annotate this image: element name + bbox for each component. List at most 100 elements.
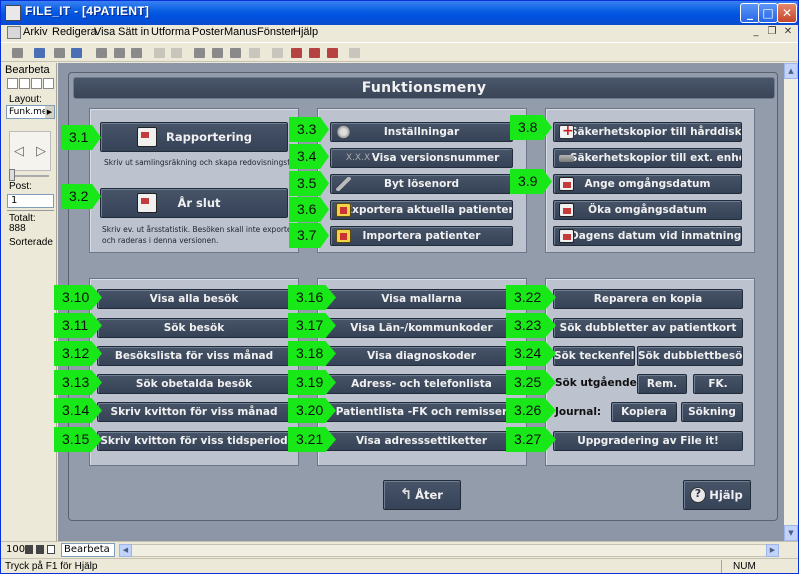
menu-utforma[interactable]: Utforma <box>151 26 190 38</box>
mdi-close-button[interactable]: ✕ <box>781 26 795 39</box>
scroll-left-icon[interactable]: ◀ <box>119 544 132 557</box>
toolbar-icon-6[interactable] <box>288 45 304 60</box>
toolbar-icon-4[interactable] <box>246 45 262 60</box>
menu-fonster[interactable]: Fönster <box>257 26 294 38</box>
visa-adressetiketter-button[interactable]: Visa adresssettiketter <box>325 431 518 451</box>
scroll-down-icon[interactable]: ▼ <box>784 525 798 541</box>
hjalp-button[interactable]: ? Hjälp <box>683 480 751 510</box>
mode-icon-4[interactable] <box>43 78 54 89</box>
oka-omgangsdatum-button[interactable]: Öka omgångsdatum <box>553 200 742 220</box>
mode-icon-3[interactable] <box>31 78 42 89</box>
menu-poster[interactable]: Poster <box>192 26 224 38</box>
next-record-icon[interactable]: ▷ <box>36 144 46 159</box>
zoom-out-icon[interactable] <box>25 545 33 554</box>
help-icon[interactable] <box>346 45 362 60</box>
importera-patienter-button[interactable]: Importera patienter <box>330 226 513 246</box>
toolbar-icon-2[interactable] <box>209 45 225 60</box>
uppgradering-button[interactable]: Uppgradering av File it! <box>553 431 743 451</box>
total-value: 888 <box>9 223 26 234</box>
zoom-in-icon[interactable] <box>36 545 44 554</box>
installningar-button[interactable]: Inställningar <box>330 122 513 142</box>
reparera-kopia-button[interactable]: Reparera en kopia <box>553 289 743 309</box>
record-slider-track[interactable] <box>9 175 49 177</box>
toolbar-icon-1[interactable] <box>191 45 207 60</box>
patientlista-fk-button[interactable]: Patientlista -FK och remisser <box>325 402 518 422</box>
toolbar-icon-3[interactable] <box>227 45 243 60</box>
post-field[interactable]: 1 <box>7 194 54 208</box>
skriv-kvitton-tidsperiod-button[interactable]: Skriv kvitton för viss tidsperiod <box>97 431 291 451</box>
layout-select[interactable]: Funk.meı ▶ <box>6 105 55 119</box>
journal-sokning-button[interactable]: Sökning <box>681 402 743 422</box>
prev-record-icon[interactable]: ◁ <box>14 144 24 159</box>
print-icon[interactable] <box>51 45 67 60</box>
sok-besok-button[interactable]: Sök besök <box>97 318 291 338</box>
sok-teckenfel-button[interactable]: Sök teckenfel <box>553 346 635 366</box>
mode-icon-1[interactable] <box>7 78 18 89</box>
close-button[interactable]: ✕ <box>777 3 797 23</box>
rapportering-button[interactable]: Rapportering <box>100 122 288 152</box>
mode-icon-2[interactable] <box>19 78 30 89</box>
record-slider-thumb[interactable] <box>9 169 15 181</box>
ange-omgangsdatum-label: Ange omgångsdatum <box>584 178 711 190</box>
cut-icon[interactable] <box>93 45 109 60</box>
copy-icon[interactable] <box>111 45 127 60</box>
redo-icon[interactable] <box>168 45 184 60</box>
menu-manus[interactable]: Manus <box>224 26 257 38</box>
vertical-scrollbar[interactable]: ▲ ▼ <box>784 63 798 541</box>
skriv-kvitton-manad-button[interactable]: Skriv kvitton för viss månad <box>97 402 291 422</box>
besokslista-manad-button[interactable]: Besökslista för viss månad <box>97 346 291 366</box>
record-navigator[interactable]: ◁ ▷ <box>9 131 51 171</box>
sok-dubblettbesok-button[interactable]: Sök dubblettbesök <box>637 346 743 366</box>
journal-kopiera-button[interactable]: Kopiera <box>611 402 677 422</box>
visa-diagnoskoder-button[interactable]: Visa diagnoskoder <box>325 346 518 366</box>
rem-button[interactable]: Rem. <box>637 374 687 394</box>
menu-hjalp[interactable]: Hjälp <box>293 26 318 38</box>
menu-satt-in[interactable]: Sätt in <box>118 26 149 38</box>
ange-omgangsdatum-button[interactable]: Ange omgångsdatum <box>553 174 742 194</box>
byt-losenord-label: Byt lösenord <box>383 178 460 190</box>
zoom-level[interactable]: 100 <box>6 544 25 555</box>
checkbox-icon[interactable] <box>31 45 47 60</box>
app-icon[interactable] <box>5 5 21 21</box>
ater-button[interactable]: ↰ Åter <box>383 480 461 510</box>
visa-mallarna-button[interactable]: Visa mallarna <box>325 289 518 309</box>
menu-redigera[interactable]: Redigera <box>52 26 97 38</box>
visa-alla-besok-button[interactable]: Visa alla besök <box>97 289 291 309</box>
sok-dubbletter-patientkort-button[interactable]: Sök dubbletter av patientkort <box>553 318 743 338</box>
scroll-right-icon[interactable]: ▶ <box>766 544 779 557</box>
spellcheck-icon[interactable] <box>68 45 84 60</box>
sok-obetalda-besok-button[interactable]: Sök obetalda besök <box>97 374 291 394</box>
menu-visa[interactable]: Visa <box>94 26 115 38</box>
sakerhetskopior-harddisk-button[interactable]: Säkerhetskopior till hårddisk <box>553 122 742 142</box>
adress-telefonlista-button[interactable]: Adress- och telefonlista <box>325 374 518 394</box>
undo-icon[interactable] <box>151 45 167 60</box>
year-calendar-icon <box>137 193 157 213</box>
sakerhetskopior-ext-button[interactable]: Säkerhetskopior till ext. enhet <box>553 148 742 168</box>
mdi-restore-button[interactable]: ❐ <box>765 26 779 39</box>
sok-utgaende-label: Sök utgående: <box>555 377 641 389</box>
scroll-up-icon[interactable]: ▲ <box>784 63 798 79</box>
minimize-button[interactable]: _ <box>740 3 760 23</box>
title-bar[interactable]: FILE_IT - [4PATIENT] _ □ ✕ <box>1 1 798 25</box>
ar-slut-button[interactable]: År slut <box>100 188 288 218</box>
exportera-patienter-button[interactable]: Exportera aktuella patienter <box>330 200 513 220</box>
fk-button[interactable]: FK. <box>693 374 743 394</box>
paste-icon[interactable] <box>128 45 144 60</box>
menu-arkiv[interactable]: Arkiv <box>23 26 47 38</box>
back-arrow-icon: ↰ <box>399 485 413 503</box>
visa-versionsnummer-button[interactable]: X.X.X Visa versionsnummer <box>330 148 513 168</box>
new-icon[interactable] <box>9 45 25 60</box>
dagens-datum-button[interactable]: Dagens datum vid inmatning <box>553 226 742 246</box>
mdi-minimize-button[interactable]: _ <box>749 26 763 39</box>
toolbar-icon-7[interactable] <box>306 45 322 60</box>
toolbar-icon-8[interactable] <box>324 45 340 60</box>
visa-lan-kommunkoder-button[interactable]: Visa Län-/kommunkoder <box>325 318 518 338</box>
horizontal-scrollbar[interactable]: ◀ ▶ <box>119 544 779 557</box>
byt-losenord-button[interactable]: Byt lösenord <box>330 174 513 194</box>
dropdown-arrow-icon[interactable]: ▶ <box>45 106 54 118</box>
toolbar-icon-5[interactable] <box>269 45 285 60</box>
maximize-button[interactable]: □ <box>758 3 778 23</box>
document-icon[interactable] <box>7 26 21 39</box>
mode-select[interactable]: Bearbeta <box>61 543 115 557</box>
view-toggle-icon[interactable] <box>47 545 55 554</box>
